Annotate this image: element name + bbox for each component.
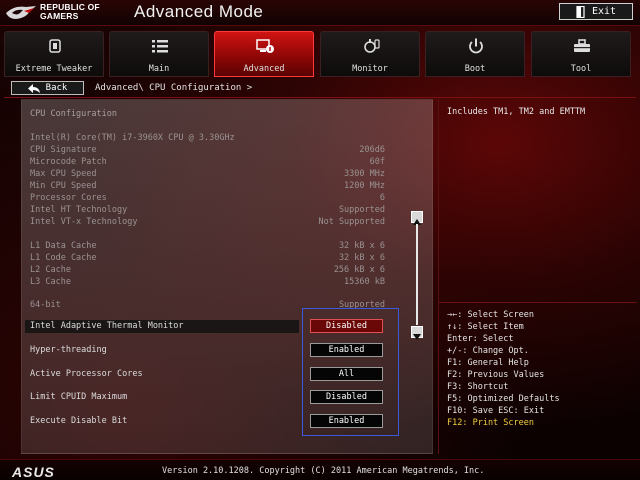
setting-label: Active Processor Cores bbox=[30, 369, 143, 379]
help-description: Includes TM1, TM2 and EMTTM bbox=[447, 107, 586, 117]
section-title: CPU Configuration bbox=[30, 109, 117, 119]
copyright-text: Version 2.10.1208. Copyright (C) 2011 Am… bbox=[162, 466, 485, 476]
help-divider bbox=[439, 302, 637, 303]
tab-label: Tool bbox=[570, 64, 592, 74]
cache-row: L2 Cache 256 kB x 6 bbox=[30, 265, 385, 275]
key-line: F2: Previous Values bbox=[447, 370, 545, 380]
info-row: Max CPU Speed 3300 MHz bbox=[30, 169, 385, 179]
cache-row: L3 Cache 15360 kB bbox=[30, 277, 385, 287]
tweaker-icon bbox=[49, 39, 61, 53]
footer: ASUS Version 2.10.1208. Copyright (C) 20… bbox=[0, 459, 640, 480]
top-bar: REPUBLIC OF GAMERS Advanced Mode Exit bbox=[0, 0, 640, 26]
tab-label: Monitor bbox=[352, 64, 388, 74]
setting-label: Hyper-threading bbox=[30, 345, 107, 355]
setting-row-active-cores[interactable]: Active Processor Cores bbox=[25, 368, 299, 381]
key-line: Enter: Select bbox=[447, 334, 514, 344]
key-line: F1: General Help bbox=[447, 358, 529, 368]
arrow-down-icon bbox=[413, 334, 421, 340]
scroll-down-button[interactable] bbox=[411, 326, 423, 340]
tab-main[interactable]: Main bbox=[109, 31, 209, 77]
processor-name: Intel(R) Core(TM) i7-3960X CPU @ 3.30GHz bbox=[30, 133, 235, 143]
info-value: Supported bbox=[338, 205, 385, 215]
key-legend: →←: Select Screen ↑↓: Select Item Enter:… bbox=[447, 309, 560, 429]
tab-tool[interactable]: Tool bbox=[531, 31, 631, 77]
info-value: 6 bbox=[379, 193, 385, 203]
tab-label: Advanced bbox=[243, 64, 285, 74]
setting-label: Limit CPUID Maximum bbox=[30, 392, 128, 402]
setting-row-limit-cpuid[interactable]: Limit CPUID Maximum bbox=[25, 391, 299, 404]
key-line-print-screen: F12: Print Screen bbox=[447, 418, 534, 428]
info-value: Not Supported bbox=[318, 217, 385, 227]
focus-highlight-box bbox=[302, 308, 399, 436]
tab-label: Boot bbox=[464, 64, 486, 74]
info-row: Min CPU Speed 1200 MHz bbox=[30, 181, 385, 191]
info-row: Intel VT-x Technology Not Supported bbox=[30, 217, 385, 227]
tab-advanced[interactable]: Advanced bbox=[214, 31, 314, 77]
rog-eye-icon bbox=[6, 6, 36, 19]
brand-line-2: GAMERS bbox=[40, 11, 79, 21]
exit-button[interactable]: Exit bbox=[559, 3, 633, 20]
asus-logo: ASUS bbox=[12, 464, 55, 480]
info-row: CPU Signature 206d6 bbox=[30, 145, 385, 155]
key-line: →←: Select Screen bbox=[447, 310, 534, 320]
scrollbar-track[interactable] bbox=[416, 224, 418, 325]
key-line: ↑↓: Select Item bbox=[447, 322, 524, 332]
tab-label: Main bbox=[148, 64, 170, 74]
tab-boot[interactable]: Boot bbox=[425, 31, 525, 77]
advanced-icon bbox=[256, 39, 274, 53]
key-line: +/-: Change Opt. bbox=[447, 346, 529, 356]
setting-row-thermal-monitor[interactable]: Intel Adaptive Thermal Monitor bbox=[25, 320, 299, 333]
power-icon bbox=[469, 38, 483, 54]
setting-label: Intel Adaptive Thermal Monitor bbox=[30, 321, 184, 331]
exit-door-icon bbox=[576, 5, 585, 18]
divider bbox=[4, 97, 636, 98]
exit-label: Exit bbox=[591, 6, 617, 17]
tool-icon bbox=[574, 39, 590, 52]
back-label: Back bbox=[45, 83, 68, 93]
cache-value: 15360 kB bbox=[344, 277, 385, 287]
cache-value: 32 kB x 6 bbox=[338, 253, 385, 263]
setting-row-execute-disable[interactable]: Execute Disable Bit bbox=[25, 415, 299, 428]
brand-text: REPUBLIC OF GAMERS bbox=[40, 3, 100, 21]
info-row: Microcode Patch 60f bbox=[30, 157, 385, 167]
info-value: 3300 MHz bbox=[344, 169, 385, 179]
tab-label: Extreme Tweaker bbox=[15, 64, 93, 74]
main-tabs: Extreme Tweaker Main Advanced Monitor Bo… bbox=[4, 31, 636, 77]
setting-row-hyper-threading[interactable]: Hyper-threading bbox=[25, 344, 299, 357]
cache-value: 32 kB x 6 bbox=[338, 241, 385, 251]
processor-name-text: Intel(R) Core(TM) i7-3960X CPU @ 3.30GHz bbox=[30, 133, 235, 143]
help-panel: Includes TM1, TM2 and EMTTM →←: Select S… bbox=[438, 99, 637, 454]
tab-extreme-tweaker[interactable]: Extreme Tweaker bbox=[4, 31, 104, 77]
breadcrumb: Advanced\ CPU Configuration > bbox=[95, 83, 253, 93]
rog-logo: REPUBLIC OF GAMERS bbox=[4, 2, 122, 24]
cache-value: 256 kB x 6 bbox=[333, 265, 385, 275]
info-row: Processor Cores 6 bbox=[30, 193, 385, 203]
key-line: F3: Shortcut bbox=[447, 382, 509, 392]
back-arrow-icon bbox=[27, 83, 40, 93]
back-button[interactable]: Back bbox=[11, 81, 84, 95]
key-line: F5: Optimized Defaults bbox=[447, 394, 560, 404]
scroll-up-button[interactable] bbox=[411, 211, 423, 225]
cache-row: L1 Code Cache 32 kB x 6 bbox=[30, 253, 385, 263]
info-value: 206d6 bbox=[359, 145, 385, 155]
setting-label: Execute Disable Bit bbox=[30, 416, 128, 426]
key-line: F10: Save ESC: Exit bbox=[447, 406, 545, 416]
list-icon bbox=[152, 40, 168, 53]
info-value: 1200 MHz bbox=[344, 181, 385, 191]
monitor-icon bbox=[364, 39, 380, 53]
bit-row: 64-bit Supported bbox=[30, 300, 385, 310]
tab-monitor[interactable]: Monitor bbox=[320, 31, 420, 77]
info-value: 60f bbox=[369, 157, 385, 167]
mode-title: Advanced Mode bbox=[134, 2, 264, 21]
info-row: Intel HT Technology Supported bbox=[30, 205, 385, 215]
cache-row: L1 Data Cache 32 kB x 6 bbox=[30, 241, 385, 251]
